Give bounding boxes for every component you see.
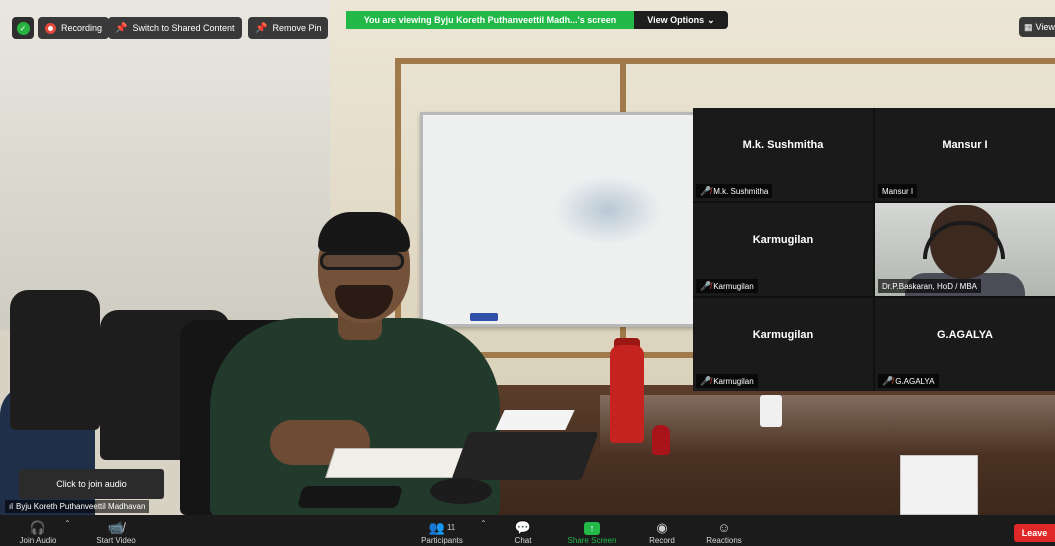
wall-frame-left [395,58,401,358]
mic-muted-icon: 🎤̸ [700,375,712,386]
chevron-up-icon[interactable]: ⌃ [64,519,71,528]
small-red-bottle [652,425,670,455]
participant-label: 🎤̸ Karmugilan [696,279,758,293]
reactions-button[interactable]: ☺ Reactions [702,515,746,546]
participant-gallery: M.k. Sushmitha 🎤̸ M.k. Sushmitha Mansur … [693,108,1055,391]
participant-tile[interactable]: Mansur I Mansur I [875,108,1055,201]
whiteboard-scribble [553,175,663,245]
participant-display-name: Karmugilan [752,329,814,342]
recording-label: Recording [61,23,103,33]
participant-tile[interactable]: Karmugilan 🎤̸ Karmugilan [693,298,873,391]
view-options-button[interactable]: View Options ⌄ [634,11,728,29]
red-bottle [610,345,644,443]
record-dot-icon [45,22,56,34]
signal-bars-icon: ıl [9,502,13,511]
join-audio-button[interactable]: 🎧 Join Audio [18,515,58,546]
remove-pin-button[interactable]: 📌 Remove Pin [248,17,329,39]
view-button[interactable]: ▦ View [1019,17,1055,37]
computer-mouse [430,478,492,504]
participant-label-text: Mansur I [882,186,914,196]
phone [297,486,403,508]
whiteboard [420,112,710,327]
leave-button[interactable]: Leave [1014,524,1055,542]
whiteboard-marker [470,313,498,321]
mic-muted-icon: 🎤̸ [700,185,712,196]
participant-label-text: G.AGALYA [895,376,935,386]
chair [10,290,100,430]
pin-icon: 📌 [115,22,128,34]
smiley-icon: ☺ [717,520,731,535]
participants-button[interactable]: 👥 11 Participants [415,515,469,546]
white-box [900,455,978,515]
presenter-hair [318,212,410,252]
participant-label: Mansur I [878,184,918,198]
start-video-label: Start Video [96,536,136,545]
participant-display-name: G.AGALYA [936,329,994,342]
participant-label-text: M.k. Sushmitha [713,186,769,196]
keyboard [451,432,599,480]
paper-sheet [495,410,575,430]
participant-label-text: Dr.P.Baskaran, HoD / MBA [882,281,977,291]
join-audio-label: Join Audio [19,536,57,545]
chevron-up-icon[interactable]: ⌃ [480,519,487,528]
headphones-icon: 🎧 [29,520,47,535]
mic-muted-icon: 🎤̸ [700,280,712,291]
view-label: View [1035,22,1055,32]
mic-muted-icon: 🎤̸ [882,375,894,386]
zoom-meeting-window: ✓ Recording 📌 Switch to Shared Content 📌… [0,0,1055,546]
participant-label: 🎤̸ G.AGALYA [878,374,939,388]
share-screen-label: Share Screen [567,536,617,545]
share-arrow-icon: ↑ [584,520,600,536]
switch-label: Switch to Shared Content [132,23,235,33]
participant-label-text: Karmugilan [713,376,754,386]
security-button[interactable]: ✓ [12,17,34,39]
participant-tile[interactable]: G.AGALYA 🎤̸ G.AGALYA [875,298,1055,391]
participant-display-name: Mansur I [942,139,988,152]
recording-indicator[interactable]: Recording [38,17,110,39]
meeting-toolbar: 🎧 Join Audio ⌃ 📹̸ Start Video 👥 11 Partic… [0,515,1055,546]
chat-button[interactable]: 💬 Chat [510,515,536,546]
participant-label: 🎤̸ Karmugilan [696,374,758,388]
people-icon: 👥 11 [428,520,456,535]
grid-icon: ▦ [1024,21,1033,32]
presenter-glasses [320,252,404,270]
participant-label: 🎤̸ M.k. Sushmitha [696,184,773,198]
wall-frame-top [395,58,1055,64]
remove-pin-label: Remove Pin [272,23,322,33]
share-screen-button[interactable]: ↑ Share Screen [562,515,622,546]
chevron-down-icon: ⌄ [707,14,715,25]
shield-icon: ✓ [16,21,30,35]
pin-icon: 📌 [255,22,268,34]
start-video-button[interactable]: 📹̸ Start Video [90,515,142,546]
room-wall-left [0,0,340,330]
click-to-join-audio-popup[interactable]: Click to join audio [19,469,164,499]
active-speaker-label: ıl Byju Koreth Puthanveettil Madhavan [5,500,150,513]
participant-tile-video[interactable]: Dr.P.Baskaran, HoD / MBA [875,203,1055,296]
cup [760,395,782,427]
chat-label: Chat [514,536,532,545]
participant-display-name: Karmugilan [752,234,814,247]
chat-bubble-icon: 💬 [514,520,532,535]
video-off-icon: 📹̸ [107,520,125,535]
participant-label: Dr.P.Baskaran, HoD / MBA [878,279,981,293]
view-options-label: View Options [647,15,705,25]
switch-to-shared-content-button[interactable]: 📌 Switch to Shared Content [108,17,242,39]
reactions-label: Reactions [706,536,742,545]
participants-count: 11 [446,523,456,532]
screen-share-banner: You are viewing Byju Koreth Puthanveetti… [346,11,634,29]
record-icon: ◉ [656,520,668,535]
participant-tile[interactable]: Karmugilan 🎤̸ Karmugilan [693,203,873,296]
participant-tile[interactable]: M.k. Sushmitha 🎤̸ M.k. Sushmitha [693,108,873,201]
record-button[interactable]: ◉ Record [645,515,679,546]
participant-label-text: Karmugilan [713,281,754,291]
active-speaker-name: Byju Koreth Puthanveettil Madhavan [16,502,146,511]
record-label: Record [649,536,675,545]
participant-display-name: M.k. Sushmitha [742,139,824,152]
participants-label: Participants [421,536,463,545]
